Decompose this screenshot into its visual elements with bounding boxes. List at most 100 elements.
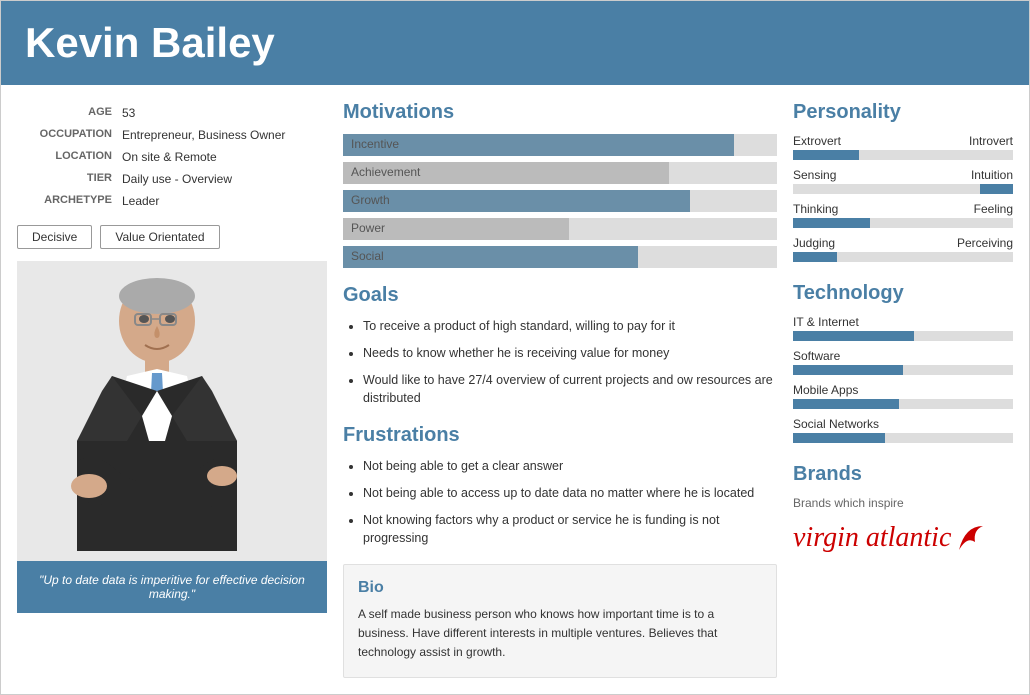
technology-bar-outer [793, 433, 1013, 443]
goals-section: Goals To receive a product of high stand… [343, 284, 777, 408]
occupation-label: OCCUPATION [19, 125, 116, 145]
personality-left-label: Judging [793, 236, 835, 250]
technology-item: IT & Internet [793, 315, 1013, 341]
personality-rows: Extrovert Introvert Sensing Intuition Th… [793, 134, 1013, 262]
technology-bar-outer [793, 365, 1013, 375]
bio-box: Bio A self made business person who know… [343, 564, 777, 678]
goals-list-item: To receive a product of high standard, w… [363, 317, 777, 336]
personality-right-label: Introvert [969, 134, 1013, 148]
motivation-bar-item: Growth [343, 190, 777, 212]
technology-bar-fill [793, 399, 899, 409]
frustrations-list: Not being able to get a clear answer Not … [343, 457, 777, 548]
motivations-bars: Incentive Achievement Growth Power Socia… [343, 134, 777, 268]
personality-left-label: Extrovert [793, 134, 841, 148]
motivation-bar-outer: Social [343, 246, 777, 268]
motivation-bar-outer: Achievement [343, 162, 777, 184]
motivation-bar-fill [343, 246, 638, 268]
technology-item: Software [793, 349, 1013, 375]
personality-right-label: Feeling [974, 202, 1013, 216]
personality-bar-fill [793, 150, 859, 160]
technology-items: IT & Internet Software Mobile Apps Socia… [793, 315, 1013, 443]
motivation-bar-item: Social [343, 246, 777, 268]
brands-subtitle: Brands which inspire [793, 496, 1013, 510]
technology-bar-outer [793, 331, 1013, 341]
personality-row: Sensing Intuition [793, 168, 1013, 194]
age-value: 53 [118, 103, 325, 123]
motivation-bar-outer: Growth [343, 190, 777, 212]
personality-left-label: Thinking [793, 202, 838, 216]
header: Kevin Bailey [1, 1, 1029, 85]
brands-title: Brands [793, 463, 1013, 486]
personality-row: Extrovert Introvert [793, 134, 1013, 160]
personality-bar-outer [793, 218, 1013, 228]
location-label: LOCATION [19, 147, 116, 167]
personality-bar-outer [793, 252, 1013, 262]
motivations-section: Motivations Incentive Achievement Growth… [343, 101, 777, 268]
personality-labels: Sensing Intuition [793, 168, 1013, 182]
left-column: AGE 53 OCCUPATION Entrepreneur, Business… [17, 101, 327, 678]
info-table: AGE 53 OCCUPATION Entrepreneur, Business… [17, 101, 327, 213]
archetype-value: Leader [118, 191, 325, 211]
personality-bar-outer [793, 184, 1013, 194]
technology-label: Software [793, 349, 1013, 363]
quote-box: "Up to date data is imperitive for effec… [17, 561, 327, 613]
motivation-label: Incentive [351, 137, 399, 151]
motivation-bar-fill [343, 190, 690, 212]
motivation-label: Growth [351, 193, 390, 207]
frustrations-list-item: Not being able to get a clear answer [363, 457, 777, 476]
quote-text: "Up to date data is imperitive for effec… [39, 573, 305, 601]
goals-list-item: Would like to have 27/4 overview of curr… [363, 371, 777, 409]
motivation-label: Achievement [351, 165, 420, 179]
value-orientated-tag[interactable]: Value Orientated [100, 225, 219, 249]
technology-bar-fill [793, 331, 914, 341]
technology-bar-fill [793, 365, 903, 375]
frustrations-list-item: Not being able to access up to date data… [363, 484, 777, 503]
tag-buttons-container: Decisive Value Orientated [17, 225, 327, 249]
motivation-bar-item: Achievement [343, 162, 777, 184]
frustrations-title: Frustrations [343, 424, 777, 447]
personality-right-label: Perceiving [957, 236, 1013, 250]
personality-labels: Extrovert Introvert [793, 134, 1013, 148]
technology-label: Social Networks [793, 417, 1013, 431]
motivation-bar-outer: Power [343, 218, 777, 240]
technology-bar-fill [793, 433, 885, 443]
virgin-swoosh-icon [955, 522, 987, 554]
motivation-bar-fill [343, 134, 734, 156]
goals-list: To receive a product of high standard, w… [343, 317, 777, 408]
tier-value: Daily use - Overview [118, 169, 325, 189]
middle-column: Motivations Incentive Achievement Growth… [343, 101, 777, 678]
brands-section: Brands Brands which inspire virgin atlan… [793, 463, 1013, 554]
virgin-atlantic-logo: virgin atlantic [793, 522, 1013, 554]
person-image [17, 261, 327, 561]
motivation-bar-item: Power [343, 218, 777, 240]
personality-row: Thinking Feeling [793, 202, 1013, 228]
decisive-tag[interactable]: Decisive [17, 225, 92, 249]
profile-name: Kevin Bailey [25, 19, 1005, 67]
goals-list-item: Needs to know whether he is receiving va… [363, 344, 777, 363]
personality-labels: Judging Perceiving [793, 236, 1013, 250]
technology-label: IT & Internet [793, 315, 1013, 329]
personality-bar-fill [793, 218, 870, 228]
page-container: Kevin Bailey AGE 53 OCCUPATION Entrepren… [0, 0, 1030, 695]
person-silhouette-svg [17, 261, 297, 551]
technology-item: Social Networks [793, 417, 1013, 443]
occupation-value: Entrepreneur, Business Owner [118, 125, 325, 145]
personality-title: Personality [793, 101, 1013, 124]
personality-bar-fill [980, 184, 1013, 194]
personality-right-label: Intuition [971, 168, 1013, 182]
bio-title: Bio [358, 579, 762, 597]
technology-bar-outer [793, 399, 1013, 409]
personality-labels: Thinking Feeling [793, 202, 1013, 216]
virgin-atlantic-text: virgin atlantic [793, 522, 951, 554]
age-label: AGE [19, 103, 116, 123]
archetype-label: ARCHETYPE [19, 191, 116, 211]
tier-label: TIER [19, 169, 116, 189]
location-value: On site & Remote [118, 147, 325, 167]
motivation-label: Power [351, 221, 385, 235]
frustrations-list-item: Not knowing factors why a product or ser… [363, 511, 777, 549]
technology-label: Mobile Apps [793, 383, 1013, 397]
motivation-label: Social [351, 249, 384, 263]
motivation-bar-outer: Incentive [343, 134, 777, 156]
personality-section: Personality Extrovert Introvert Sensing … [793, 101, 1013, 262]
personality-bar-fill [793, 252, 837, 262]
